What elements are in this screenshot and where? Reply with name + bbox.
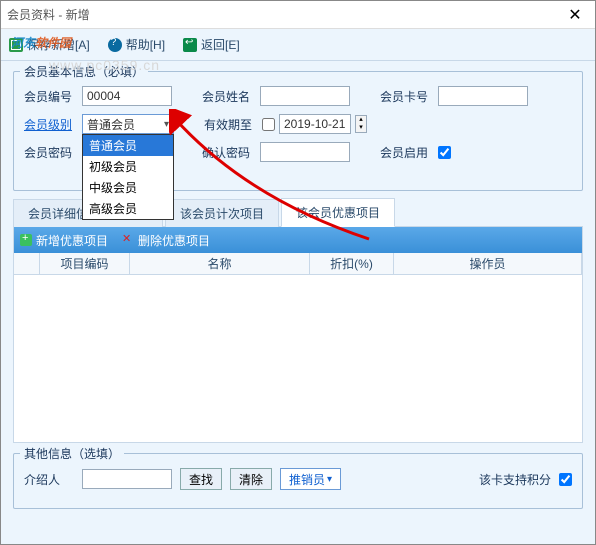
- help-button[interactable]: 帮助[H]: [108, 36, 165, 53]
- basic-legend: 会员基本信息（必填）: [20, 63, 148, 80]
- save-icon: [9, 38, 23, 52]
- tab-discount[interactable]: 该会员优惠项目: [281, 198, 395, 227]
- toolbar: 保存新增[A] 帮助[H] 返回[E]: [1, 29, 595, 61]
- col-disc: 折扣(%): [310, 253, 394, 274]
- window-title: 会员资料 - 新增: [7, 6, 589, 23]
- level-option-3[interactable]: 高级会员: [83, 198, 173, 219]
- back-button[interactable]: 返回[E]: [183, 36, 240, 53]
- clear-button[interactable]: 清除: [230, 468, 272, 490]
- confirm-pwd-input[interactable]: [260, 142, 350, 162]
- plus-icon: [20, 234, 32, 246]
- discount-panel: 新增优惠项目 删除优惠项目 项目编码 名称 折扣(%) 操作员: [13, 227, 583, 443]
- expiry-date-input[interactable]: [279, 114, 351, 134]
- delete-discount-button[interactable]: 删除优惠项目: [122, 232, 210, 249]
- member-name-label: 会员姓名: [202, 88, 252, 105]
- member-name-input[interactable]: [260, 86, 350, 106]
- back-icon: [183, 38, 197, 52]
- back-label: 返回[E]: [201, 36, 240, 53]
- help-icon: [108, 38, 122, 52]
- delete-discount-label: 删除优惠项目: [138, 232, 210, 249]
- level-combo[interactable]: 普通会员 ▾: [82, 114, 174, 134]
- find-button[interactable]: 查找: [180, 468, 222, 490]
- col-op: 操作员: [394, 253, 582, 274]
- salesperson-button[interactable]: 推销员 ▾: [280, 468, 341, 490]
- password-label: 会员密码: [24, 144, 74, 161]
- col-blank: [14, 253, 40, 274]
- referrer-input[interactable]: [82, 469, 172, 489]
- other-info-group: 其他信息（选填） 介绍人 查找 清除 推销员 ▾ 该卡支持积分: [13, 453, 583, 509]
- enable-member-checkbox[interactable]: [438, 146, 451, 159]
- points-checkbox[interactable]: [559, 473, 572, 486]
- enable-member-label: 会员启用: [380, 144, 430, 161]
- spin-down[interactable]: ▾: [356, 124, 366, 132]
- expiry-enable-checkbox[interactable]: [262, 118, 275, 131]
- confirm-pwd-label: 确认密码: [202, 144, 252, 161]
- save-new-button[interactable]: 保存新增[A]: [9, 36, 90, 53]
- add-discount-label: 新增优惠项目: [36, 232, 108, 249]
- level-selected: 普通会员: [87, 116, 135, 133]
- col-name: 名称: [130, 253, 310, 274]
- close-button[interactable]: ✕: [555, 1, 595, 29]
- basic-info-group: 会员基本信息（必填） 会员编号 会员姓名 会员卡号 会员级别 普通会员 ▾: [13, 71, 583, 191]
- card-no-input[interactable]: [438, 86, 528, 106]
- add-discount-button[interactable]: 新增优惠项目: [20, 232, 108, 249]
- save-label: 保存新增[A]: [27, 36, 90, 53]
- chevron-down-icon: ▾: [327, 474, 332, 485]
- referrer-label: 介绍人: [24, 471, 74, 488]
- delete-icon: [122, 234, 134, 246]
- panel-toolbar: 新增优惠项目 删除优惠项目: [14, 227, 582, 253]
- points-label: 该卡支持积分: [479, 471, 551, 488]
- spin-up[interactable]: ▴: [356, 116, 366, 124]
- member-no-label: 会员编号: [24, 88, 74, 105]
- chevron-down-icon: ▾: [164, 119, 169, 130]
- level-label[interactable]: 会员级别: [24, 116, 74, 133]
- tab-counts[interactable]: 该会员计次项目: [165, 199, 279, 227]
- card-no-label: 会员卡号: [380, 88, 430, 105]
- level-dropdown: 普通会员 初级会员 中级会员 高级会员: [82, 134, 174, 220]
- expiry-label: 有效期至: [204, 116, 254, 133]
- help-label: 帮助[H]: [126, 36, 165, 53]
- level-option-0[interactable]: 普通会员: [83, 135, 173, 156]
- col-code: 项目编码: [40, 253, 130, 274]
- titlebar: 会员资料 - 新增 ✕: [1, 1, 595, 29]
- member-no-input[interactable]: [82, 86, 172, 106]
- salesperson-label: 推销员: [289, 471, 325, 488]
- level-option-2[interactable]: 中级会员: [83, 177, 173, 198]
- level-option-1[interactable]: 初级会员: [83, 156, 173, 177]
- grid-header: 项目编码 名称 折扣(%) 操作员: [14, 253, 582, 275]
- other-legend: 其他信息（选填）: [20, 445, 124, 462]
